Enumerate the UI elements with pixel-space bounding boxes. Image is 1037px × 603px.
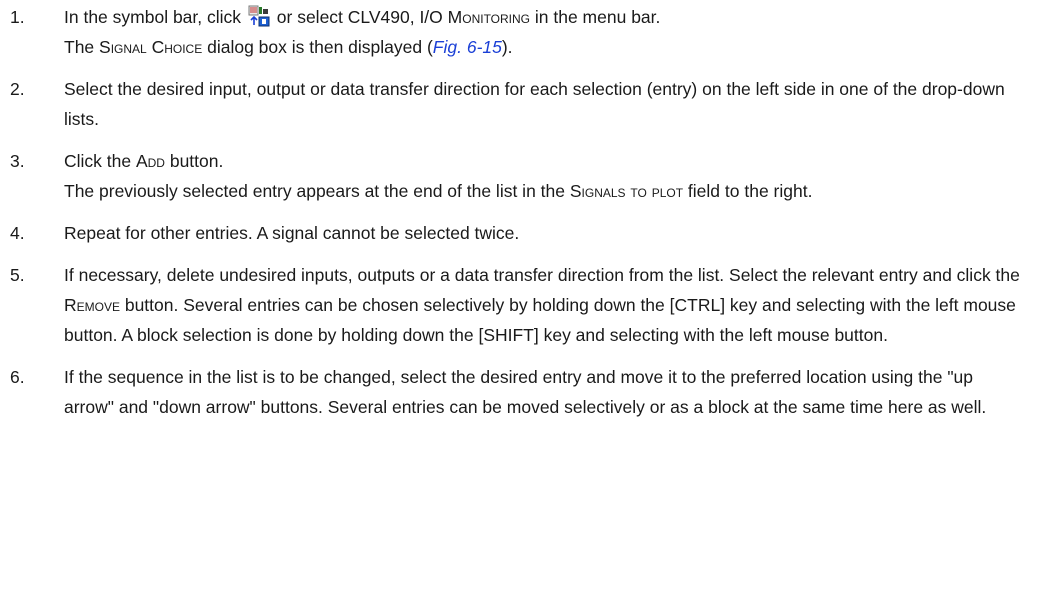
step-6: 6. If the sequence in the list is to be … [0,362,1037,422]
step-text: In the symbol bar, click or select CLV49… [64,2,1021,62]
step-text: Click the Add button. The previously sel… [64,146,1021,206]
text-segment: or select CLV490, I/O [276,7,448,27]
step-1: 1. In the symbol bar, click or select CL [0,2,1037,62]
text-segment: in the menu bar. [530,7,661,27]
text-segment: The previously selected entry appears at… [64,181,570,201]
text-segment: In the symbol bar, click [64,7,242,27]
step-number: 3. [10,151,25,171]
figure-reference-link[interactable]: Fig. 6-15 [433,37,502,57]
instruction-page: 1. In the symbol bar, click or select CL [0,0,1037,603]
step-text: If necessary, delete undesired inputs, o… [64,260,1021,350]
io-monitoring-icon[interactable] [248,5,270,27]
signals-field-name: Signals to plot [569,181,684,201]
step-number: 5. [10,265,25,285]
step-1-line-2: The Signal Choice dialog box is then dis… [64,32,1021,62]
text-segment: field to the right. [683,181,813,201]
text-segment: ). [501,37,513,57]
step-number: 1. [10,7,25,27]
step-text: If the sequence in the list is to be cha… [64,367,987,417]
step-number: 6. [10,367,25,387]
step-3-line-2: The previously selected entry appears at… [64,176,1021,206]
step-5: 5. If necessary, delete undesired inputs… [0,260,1037,350]
step-2: 2. Select the desired input, output or d… [0,74,1037,134]
text-segment: dialog box is then displayed ( [202,37,433,57]
step-number: 2. [10,79,25,99]
text-segment: Click the [64,151,136,171]
menu-item-io-monitoring: Monitoring [447,7,531,27]
step-text: Repeat for other entries. A signal canno… [64,223,520,243]
step-text: Select the desired input, output or data… [64,79,1005,129]
step-4: 4. Repeat for other entries. A signal ca… [0,218,1037,248]
step-3-line-1: Click the Add button. [64,146,1021,176]
text-segment: button. [164,151,224,171]
dialog-name: Signal Choice [99,37,203,57]
text-segment: button. Several entries can be chosen se… [64,295,1016,345]
add-button-name: Add [135,151,165,171]
remove-button-name: Remove [64,295,120,315]
text-segment: The [64,37,100,57]
text-segment: If necessary, delete undesired inputs, o… [64,265,1020,285]
step-number: 4. [10,223,25,243]
step-1-line-1: In the symbol bar, click or select CLV49… [64,2,1021,32]
step-3: 3. Click the Add button. The previously … [0,146,1037,206]
